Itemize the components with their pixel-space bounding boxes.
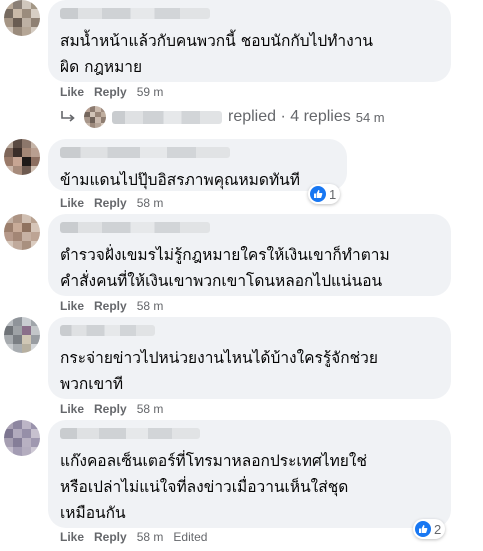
like-link[interactable]: Like bbox=[60, 402, 84, 416]
commenter-name[interactable] bbox=[60, 147, 230, 158]
like-link[interactable]: Like bbox=[60, 85, 84, 99]
avatar[interactable] bbox=[4, 0, 40, 36]
timestamp[interactable]: 59 m bbox=[137, 85, 164, 99]
comment-bubble: แก๊งคอลเซ็นเตอร์ที่โทรมาหลอกประเทศไทยใช่… bbox=[48, 420, 451, 528]
timestamp[interactable]: 58 m bbox=[137, 402, 164, 416]
commenter-name[interactable] bbox=[60, 428, 200, 439]
replies-summary: replied · 4 replies bbox=[228, 108, 351, 125]
reply-link[interactable]: Reply bbox=[94, 196, 127, 210]
reply-link[interactable]: Reply bbox=[94, 530, 127, 544]
comment-text: แก๊งคอลเซ็นเตอร์ที่โทรมาหลอกประเทศไทยใช่… bbox=[60, 452, 367, 522]
avatar[interactable] bbox=[4, 214, 40, 250]
reply-link[interactable]: Reply bbox=[94, 402, 127, 416]
comment-bubble: กระจ่ายข่าวไปหน่วยงานไหนได้บ้างใครรู้จัก… bbox=[48, 317, 451, 399]
avatar[interactable] bbox=[4, 317, 40, 353]
commenter-name[interactable] bbox=[60, 8, 210, 19]
avatar bbox=[84, 106, 106, 128]
like-link[interactable]: Like bbox=[60, 299, 84, 313]
comment-bubble: สมน้ำหน้าแล้วกับคนพวกนี้ ชอบนักกับไปทำงา… bbox=[48, 0, 451, 82]
comment-text: ข้ามแดนไปปุ๊บอิสรภาพคุณหมดทันที bbox=[60, 171, 300, 189]
commenter-name[interactable] bbox=[60, 325, 155, 336]
thumbs-up-icon bbox=[310, 186, 326, 202]
replier-name bbox=[112, 110, 222, 124]
comment-actions: Like Reply 58 m bbox=[60, 402, 173, 416]
comment-bubble: ข้ามแดนไปปุ๊บอิสรภาพคุณหมดทันที bbox=[48, 139, 347, 191]
thumbs-up-icon bbox=[415, 521, 431, 537]
comment-actions: Like Reply 58 m bbox=[60, 196, 173, 210]
timestamp[interactable]: 58 m bbox=[137, 299, 164, 313]
commenter-name[interactable] bbox=[60, 222, 210, 233]
comment-actions: Like Reply 58 m bbox=[60, 299, 173, 313]
reply-link[interactable]: Reply bbox=[94, 299, 127, 313]
like-link[interactable]: Like bbox=[60, 196, 84, 210]
view-replies-link[interactable]: replied · 4 replies 54 m bbox=[60, 106, 385, 128]
comment-actions: Like Reply 59 m bbox=[60, 85, 173, 99]
reaction-number: 1 bbox=[329, 186, 337, 202]
comment-actions: Like Reply 58 m Edited bbox=[60, 530, 217, 544]
reaction-count[interactable]: 1 bbox=[308, 184, 341, 204]
edited-label[interactable]: Edited bbox=[173, 530, 207, 544]
timestamp: 54 m bbox=[355, 109, 385, 125]
timestamp[interactable]: 58 m bbox=[137, 530, 164, 544]
comment-bubble: ตำรวจฝั่งเขมรไม่รู้กฎหมายใครให้เงินเขาก็… bbox=[48, 214, 451, 296]
reaction-count[interactable]: 2 bbox=[413, 519, 446, 539]
avatar[interactable] bbox=[4, 139, 40, 175]
reply-arrow-icon bbox=[61, 111, 75, 122]
reply-link[interactable]: Reply bbox=[94, 85, 127, 99]
avatar[interactable] bbox=[4, 420, 40, 456]
comment-text: กระจ่ายข่าวไปหน่วยงานไหนได้บ้างใครรู้จัก… bbox=[60, 349, 378, 393]
comment-text: ตำรวจฝั่งเขมรไม่รู้กฎหมายใครให้เงินเขาก็… bbox=[60, 246, 390, 290]
timestamp[interactable]: 58 m bbox=[137, 196, 164, 210]
comment-text: สมน้ำหน้าแล้วกับคนพวกนี้ ชอบนักกับไปทำงา… bbox=[60, 32, 373, 76]
reaction-number: 2 bbox=[434, 521, 442, 537]
like-link[interactable]: Like bbox=[60, 530, 84, 544]
